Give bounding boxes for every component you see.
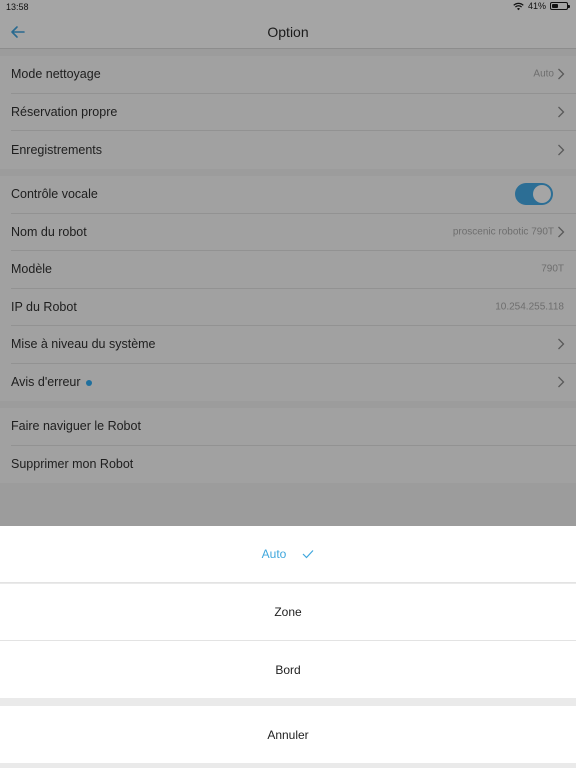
- cancel-label: Annuler: [267, 727, 309, 742]
- row-value: Auto: [533, 68, 554, 80]
- row-label: Mode nettoyage: [11, 67, 101, 82]
- settings-group-robot: Contrôle vocale Nom du robot proscenic r…: [0, 176, 576, 401]
- row-label: Supprimer mon Robot: [11, 457, 134, 472]
- voice-control-toggle[interactable]: [515, 183, 553, 206]
- toggle-knob: [533, 185, 551, 204]
- page-title: Option: [267, 24, 309, 40]
- chevron-right-icon: [558, 68, 565, 80]
- row-delete-robot[interactable]: Supprimer mon Robot: [11, 446, 576, 484]
- unread-dot-icon: [85, 379, 92, 386]
- status-bar: 13:58 41%: [0, 0, 576, 16]
- battery-percent: 41%: [527, 1, 546, 11]
- row-label: Réservation propre: [11, 104, 118, 119]
- row-value: proscenic robotic 790T: [452, 226, 554, 238]
- row-error-notice[interactable]: Avis d'erreur: [11, 364, 576, 402]
- row-cleaning-mode[interactable]: Mode nettoyage Auto: [11, 56, 576, 94]
- row-robot-ip: IP du Robot 10.254.255.118: [11, 289, 576, 326]
- option-label: Zone: [274, 605, 302, 619]
- chevron-right-icon: [558, 376, 565, 388]
- row-label: Modèle: [11, 262, 52, 277]
- settings-group-actions: Faire naviguer le Robot Supprimer mon Ro…: [0, 408, 576, 483]
- nav-bar: Option: [0, 16, 576, 49]
- option-auto[interactable]: Auto: [0, 526, 576, 583]
- row-voice-control: Contrôle vocale: [11, 176, 576, 214]
- chevron-right-icon: [558, 338, 565, 350]
- row-value: 10.254.255.118: [495, 301, 564, 313]
- row-reservation[interactable]: Réservation propre: [11, 94, 576, 131]
- status-right: 41%: [513, 1, 570, 11]
- battery-fill: [552, 4, 558, 8]
- option-zone[interactable]: Zone: [0, 584, 576, 641]
- row-recordings[interactable]: Enregistrements: [11, 131, 576, 169]
- row-label-wrap: Avis d'erreur: [11, 375, 92, 389]
- cancel-button[interactable]: Annuler: [0, 706, 576, 763]
- row-navigate-robot[interactable]: Faire naviguer le Robot: [11, 408, 576, 446]
- chevron-right-icon: [558, 106, 565, 118]
- option-edge[interactable]: Bord: [0, 641, 576, 698]
- battery-icon: [550, 2, 570, 10]
- row-label: IP du Robot: [11, 299, 77, 314]
- option-label: Auto: [261, 547, 287, 561]
- row-label: Avis d'erreur: [11, 375, 81, 390]
- checkmark-icon: [302, 550, 314, 559]
- status-time: 13:58: [6, 2, 29, 12]
- chevron-right-icon: [558, 226, 565, 238]
- option-label: Bord: [275, 662, 301, 677]
- row-model: Modèle 790T: [11, 251, 576, 289]
- settings-group-cleaning: Mode nettoyage Auto Réservation propre E…: [0, 56, 576, 169]
- row-value: 790T: [541, 263, 564, 275]
- row-label: Contrôle vocale: [11, 187, 98, 202]
- row-label: Enregistrements: [11, 142, 103, 157]
- row-label: Nom du robot: [11, 224, 87, 239]
- chevron-right-icon: [558, 144, 565, 156]
- row-label: Mise à niveau du système: [11, 337, 156, 352]
- mode-action-sheet: Auto Zone Bord Annuler: [0, 526, 576, 768]
- row-robot-name[interactable]: Nom du robot proscenic robotic 790T: [11, 214, 576, 251]
- row-label: Faire naviguer le Robot: [11, 419, 141, 434]
- row-system-upgrade[interactable]: Mise à niveau du système: [11, 326, 576, 364]
- wifi-icon: [513, 2, 524, 10]
